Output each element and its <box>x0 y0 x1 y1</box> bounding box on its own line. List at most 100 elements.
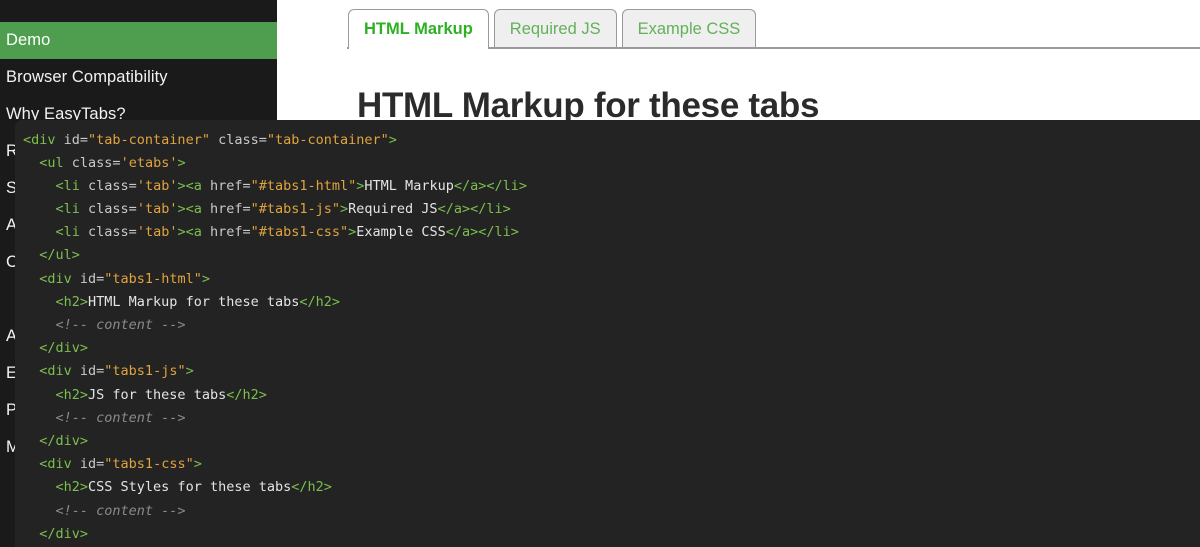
code-token: <!-- content --> <box>55 409 186 426</box>
sidebar-item-demo[interactable]: Demo <box>0 22 277 59</box>
code-line: </div> <box>23 523 1200 546</box>
code-line: </div> <box>23 337 1200 360</box>
code-line: <ul class='etabs'> <box>23 152 1200 175</box>
code-line: <!-- content --> <box>23 314 1200 337</box>
code-token: <h2> <box>55 293 89 310</box>
code-line: <li class='tab'><a href="#tabs1-js">Requ… <box>23 198 1200 221</box>
code-token: href= <box>209 201 251 218</box>
code-line: <li class='tab'><a href="#tabs1-css">Exa… <box>23 221 1200 244</box>
code-token: > <box>201 270 210 287</box>
code-token: > <box>185 363 194 380</box>
code-token: <h2> <box>55 386 89 403</box>
code-line: <li class='tab'><a href="#tabs1-html">HT… <box>23 175 1200 198</box>
code-token: > <box>193 456 202 473</box>
page-root: DemoBrowser CompatibilityWhy EasyTabs?Re… <box>0 0 1200 547</box>
sidebar-item-browser-compatibility[interactable]: Browser Compatibility <box>0 59 277 96</box>
code-token: href= <box>209 224 251 241</box>
code-token: <ul <box>39 154 72 171</box>
code-token: id= <box>79 363 105 380</box>
code-token: class= <box>88 177 137 194</box>
code-line: <div id="tab-container" class="tab-conta… <box>23 129 1200 152</box>
code-token: JS for these tabs <box>88 386 227 403</box>
code-token: class= <box>71 154 121 171</box>
code-token: 'tab' <box>136 177 178 194</box>
code-token: "#tabs1-html" <box>250 177 357 194</box>
code-token: <li <box>55 201 89 218</box>
code-token: > <box>388 131 397 148</box>
code-token: id= <box>79 270 105 287</box>
code-token: id= <box>63 131 89 148</box>
code-line: </ul> <box>23 244 1200 267</box>
code-token: Example CSS <box>356 224 446 241</box>
code-token: <h2> <box>55 479 89 496</box>
tab-html-markup[interactable]: HTML Markup <box>348 9 489 49</box>
code-token: 'etabs' <box>120 154 178 171</box>
code-line: <div id="tabs1-html"> <box>23 268 1200 291</box>
tab-required-js[interactable]: Required JS <box>493 9 617 47</box>
code-token: > <box>177 154 186 171</box>
code-token: "#tabs1-js" <box>250 201 341 218</box>
code-token: 'tab' <box>136 201 178 218</box>
code-token: </ul> <box>39 247 80 264</box>
tab-example-css[interactable]: Example CSS <box>621 9 757 47</box>
code-token: > <box>340 201 349 218</box>
code-token: <!-- content --> <box>55 502 186 519</box>
code-token: "tabs1-html" <box>104 270 202 287</box>
code-token: <div <box>39 456 80 473</box>
code-line: <div id="tabs1-css"> <box>23 453 1200 476</box>
code-line: <div id="tabs1-js"> <box>23 360 1200 383</box>
code-token: </div> <box>39 432 89 449</box>
code-token: href= <box>209 177 251 194</box>
code-token: CSS Styles for these tabs <box>88 479 292 496</box>
code-token: </h2> <box>291 479 332 496</box>
code-token: </div> <box>39 525 89 542</box>
code-token: </a></li> <box>437 201 511 218</box>
code-token: <li <box>55 224 89 241</box>
code-token: ><a <box>177 177 210 194</box>
code-line: <h2>CSS Styles for these tabs</h2> <box>23 476 1200 499</box>
code-token: </h2> <box>226 386 267 403</box>
code-token: <!-- content --> <box>55 317 186 333</box>
code-line: <h2>JS for these tabs</h2> <box>23 384 1200 407</box>
code-token: </a></li> <box>453 177 527 194</box>
code-line: <h2>HTML Markup for these tabs</h2> <box>23 291 1200 314</box>
code-line: <!-- content --> <box>23 407 1200 430</box>
code-token: <li <box>55 177 89 194</box>
code-token: ><a <box>177 224 210 241</box>
code-token: HTML Markup <box>364 177 454 194</box>
code-token: <div <box>23 131 64 148</box>
code-token: <div <box>39 270 80 287</box>
code-token: 'tab' <box>136 224 178 241</box>
code-token: id= <box>79 456 105 473</box>
code-token: Required JS <box>348 201 438 218</box>
code-token: <div <box>39 363 80 380</box>
code-token: class= <box>88 201 137 218</box>
code-token: "tab-container" <box>266 131 389 148</box>
code-token: "tabs1-css" <box>104 456 194 473</box>
sidebar-top-spacer <box>0 0 277 22</box>
code-line: <!-- content --> <box>23 500 1200 523</box>
code-token: class= <box>209 131 267 148</box>
code-line: </div> <box>23 430 1200 453</box>
code-token: </h2> <box>299 293 340 310</box>
code-token: </div> <box>39 340 89 357</box>
code-block: <div id="tab-container" class="tab-conta… <box>15 119 1200 547</box>
code-token: </a></li> <box>445 224 519 241</box>
code-token: HTML Markup for these tabs <box>88 293 300 310</box>
code-token: class= <box>88 224 137 241</box>
